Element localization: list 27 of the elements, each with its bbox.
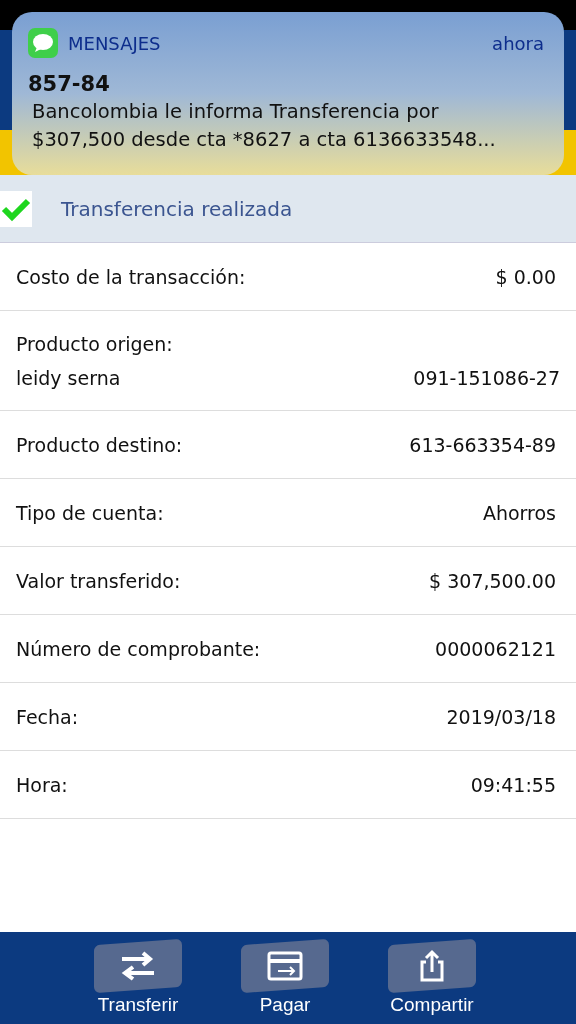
notification-time: ahora: [492, 32, 544, 54]
row-label: Número de comprobante:: [16, 637, 261, 660]
row-label: Hora:: [16, 773, 68, 796]
row-value: 0000062121: [435, 637, 556, 660]
row-value: 091-151086-27: [413, 366, 560, 389]
sender-name: 857-84: [28, 72, 111, 96]
share-icon: [420, 949, 444, 982]
row-label: Tipo de cuenta:: [16, 501, 164, 524]
row-label: Fecha:: [16, 705, 79, 728]
row-value: $ 307,500.00: [429, 569, 556, 592]
row-label: Producto destino:: [16, 433, 183, 456]
app-name: MENSAJES: [68, 32, 162, 54]
row-value: Ahorros: [482, 501, 556, 524]
row-value: 2019/03/18: [446, 705, 556, 728]
status-message: Transferencia realizada: [61, 196, 293, 221]
row-label: Valor transferido:: [16, 569, 181, 592]
account-holder: leidy serna: [16, 366, 121, 389]
row-label: Costo de la transacción:: [16, 265, 246, 288]
speech-bubble-icon: [28, 28, 58, 58]
row-label: Producto origen:: [16, 332, 174, 355]
card-icon: [267, 951, 303, 981]
arrows-icon: [120, 951, 156, 981]
row-value: $ 0.00: [495, 265, 556, 288]
row-value: 613-663354-89: [409, 433, 556, 456]
message-text: Bancolombia le informa Transferencia por $307,500 desde cta *8627 a cta 6136633548...: [31, 99, 497, 153]
notification-card[interactable]: MENSAJES ahora 857-84 Bancolombia le informa Transferencia por $307,500 desde cta *8627 a cta 6136633548...: [12, 12, 564, 175]
row-value: 09:41:55: [470, 773, 556, 796]
